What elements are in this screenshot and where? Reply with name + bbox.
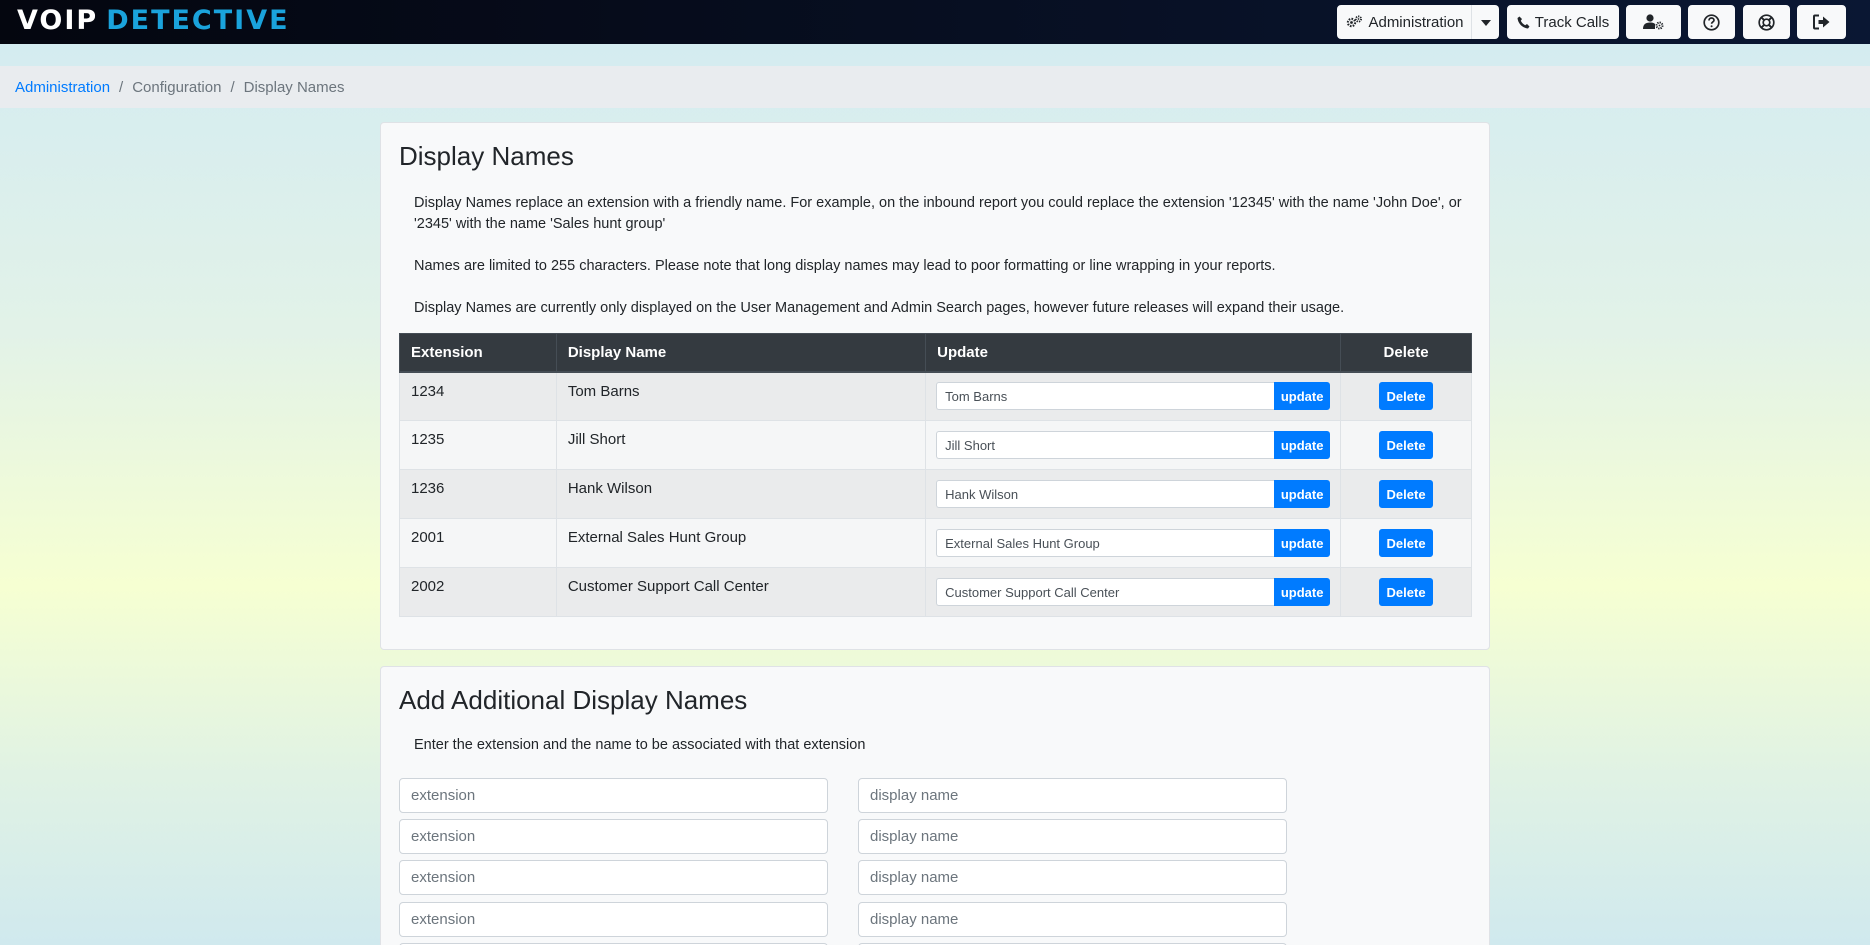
limit-paragraph: Names are limited to 255 characters. Ple… <box>414 258 1276 274</box>
delete-button[interactable]: Delete <box>1379 529 1434 557</box>
phone-icon <box>1517 16 1530 29</box>
extension-cell: 2001 <box>399 518 557 568</box>
update-name-input[interactable] <box>936 529 1275 557</box>
update-name-input[interactable] <box>936 382 1275 411</box>
delete-button[interactable]: Delete <box>1379 578 1434 606</box>
update-cell: update <box>925 518 1342 568</box>
logout-button[interactable] <box>1797 5 1846 39</box>
top-navbar: VOIP DETECTIVE Administration Track Calls <box>0 0 1870 44</box>
table-row: 2001 External Sales Hunt Group update De… <box>399 518 1472 568</box>
display-name-input[interactable] <box>858 778 1287 813</box>
display-names-card: Display Names Display Names replace an e… <box>380 122 1490 650</box>
gears-icon <box>1346 15 1363 29</box>
update-button[interactable]: update <box>1274 529 1331 557</box>
extension-input[interactable] <box>399 860 828 895</box>
breadcrumb: Administration / Configuration / Display… <box>0 66 1870 108</box>
extension-input[interactable] <box>399 778 828 813</box>
support-button[interactable] <box>1743 5 1790 39</box>
logo-text-detective: DETECTIVE <box>106 5 290 36</box>
extension-cell: 1234 <box>399 371 557 421</box>
column-header-display-name: Display Name <box>555 333 927 373</box>
delete-cell: Delete <box>1340 371 1472 421</box>
update-cell: update <box>925 420 1342 470</box>
add-display-names-card: Add Additional Display Names Enter the e… <box>380 666 1490 945</box>
add-description: Enter the extension and the name to be a… <box>414 737 866 753</box>
breadcrumb-separator: / <box>119 78 124 96</box>
breadcrumb-separator: / <box>230 78 235 96</box>
administration-label: Administration <box>1368 13 1464 31</box>
column-header-delete: Delete <box>1340 333 1472 373</box>
life-ring-icon <box>1758 13 1775 31</box>
display-name-cell: Tom Barns <box>555 371 927 421</box>
update-cell: update <box>925 469 1342 519</box>
update-name-input[interactable] <box>936 578 1275 606</box>
delete-button[interactable]: Delete <box>1379 382 1434 411</box>
track-calls-button[interactable]: Track Calls <box>1507 5 1619 39</box>
help-button[interactable] <box>1688 5 1735 39</box>
column-header-extension: Extension <box>399 333 557 373</box>
breadcrumb-configuration: Configuration <box>132 78 222 96</box>
update-input-group: update <box>936 529 1331 557</box>
update-cell: update <box>925 371 1342 421</box>
display-name-input[interactable] <box>858 819 1287 854</box>
intro-paragraph: Display Names replace an extension with … <box>414 195 1462 232</box>
voip-detective-logo[interactable]: VOIP DETECTIVE <box>17 3 290 39</box>
track-calls-label: Track Calls <box>1534 13 1610 31</box>
caret-down-icon <box>1480 13 1491 31</box>
extension-cell: 1235 <box>399 420 557 470</box>
display-name-cell: External Sales Hunt Group <box>555 518 927 568</box>
table-row: 1234 Tom Barns update Delete <box>399 371 1472 421</box>
update-button[interactable]: update <box>1274 431 1331 459</box>
extension-cell: 2002 <box>399 567 557 617</box>
update-button[interactable]: update <box>1274 382 1331 411</box>
update-input-group: update <box>936 382 1331 411</box>
extension-cell: 1236 <box>399 469 557 519</box>
display-name-input[interactable] <box>858 902 1287 937</box>
table-row: 1235 Jill Short update Delete <box>399 420 1472 470</box>
display-name-cell: Jill Short <box>555 420 927 470</box>
update-input-group: update <box>936 431 1331 459</box>
delete-cell: Delete <box>1340 469 1472 519</box>
usage-paragraph: Display Names are currently only display… <box>414 300 1345 316</box>
table-row: 2002 Customer Support Call Center update… <box>399 567 1472 617</box>
display-name-input[interactable] <box>858 860 1287 895</box>
column-header-update: Update <box>925 333 1342 373</box>
display-names-table: Extension Display Name Update Delete 123… <box>399 333 1472 617</box>
administration-dropdown-toggle[interactable] <box>1471 5 1499 39</box>
table-header-row: Extension Display Name Update Delete <box>399 333 1472 373</box>
update-button[interactable]: update <box>1274 480 1331 508</box>
table-row: 1236 Hank Wilson update Delete <box>399 469 1472 519</box>
breadcrumb-administration-link[interactable]: Administration <box>15 79 110 96</box>
update-name-input[interactable] <box>936 480 1275 508</box>
sign-out-icon <box>1812 14 1831 30</box>
update-cell: update <box>925 567 1342 617</box>
update-input-group: update <box>936 578 1331 606</box>
delete-cell: Delete <box>1340 518 1472 568</box>
question-circle-icon <box>1703 13 1720 31</box>
delete-button[interactable]: Delete <box>1379 431 1434 459</box>
logo-text-voip: VOIP <box>17 5 99 36</box>
display-name-cell: Customer Support Call Center <box>555 567 927 617</box>
delete-cell: Delete <box>1340 567 1472 617</box>
display-name-cell: Hank Wilson <box>555 469 927 519</box>
delete-cell: Delete <box>1340 420 1472 470</box>
user-settings-button[interactable] <box>1626 5 1681 39</box>
extension-input[interactable] <box>399 902 828 937</box>
update-name-input[interactable] <box>936 431 1275 459</box>
display-names-title: Display Names <box>399 141 574 171</box>
delete-button[interactable]: Delete <box>1379 480 1434 508</box>
administration-menu-button[interactable]: Administration <box>1337 5 1473 39</box>
update-button[interactable]: update <box>1274 578 1331 606</box>
update-input-group: update <box>936 480 1331 508</box>
extension-input[interactable] <box>399 819 828 854</box>
user-cog-icon <box>1642 14 1665 30</box>
add-display-names-title: Add Additional Display Names <box>399 685 748 715</box>
breadcrumb-current-display-names: Display Names <box>243 78 345 96</box>
